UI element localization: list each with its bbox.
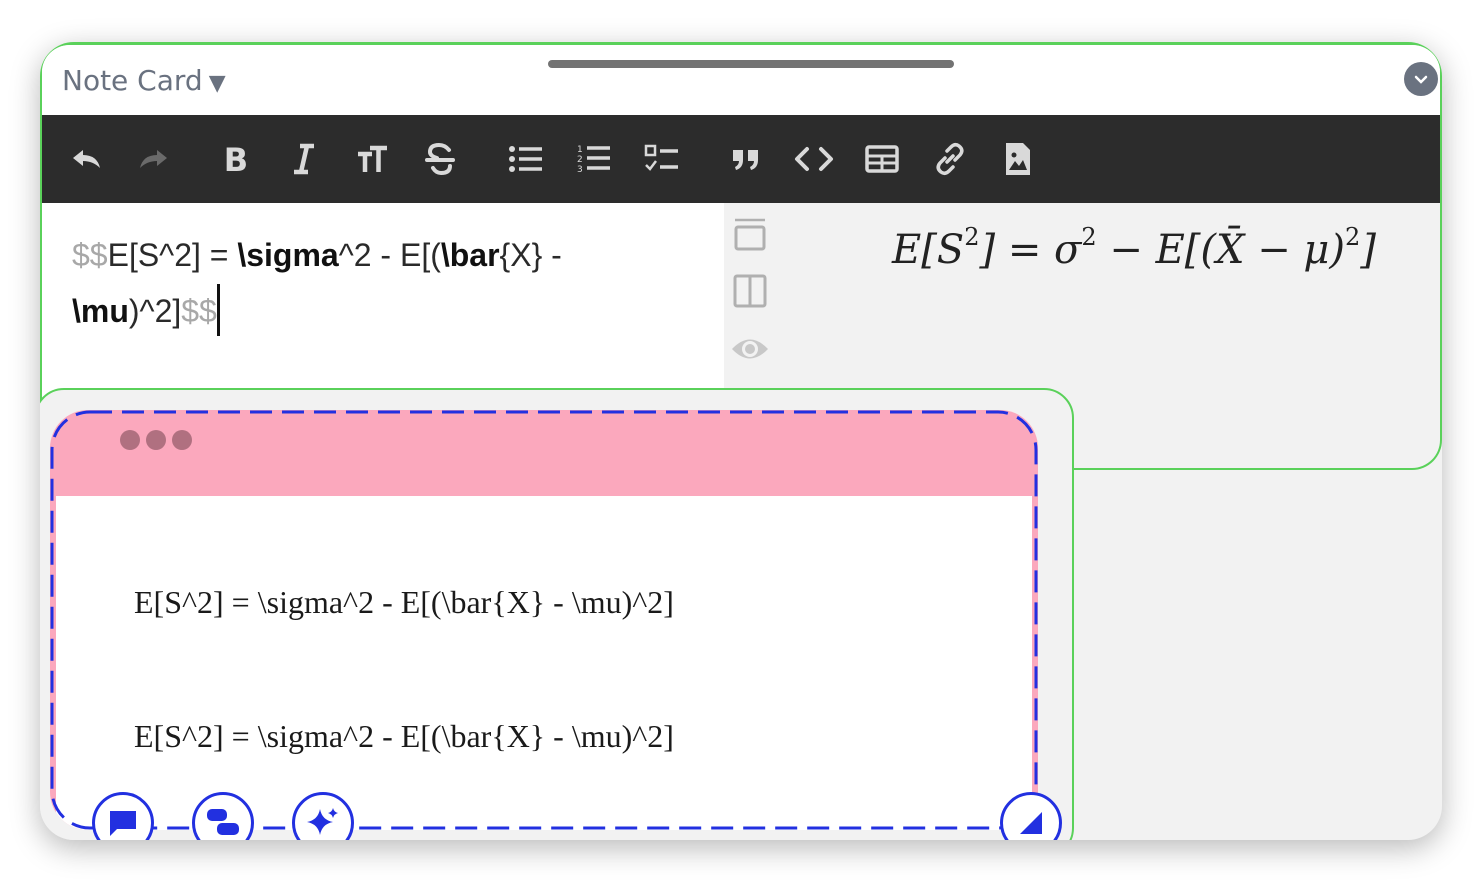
redo-button[interactable] [132, 137, 176, 181]
strikethrough-button[interactable] [418, 137, 462, 181]
preview-only-button[interactable] [728, 327, 772, 371]
text-size-icon [358, 145, 387, 172]
link-icon [936, 142, 964, 176]
math-close-delimiter: $$ [181, 293, 217, 329]
editor-content[interactable]: $$E[S^2] = \sigma^2 - E[(\bar{X} - \mu)^2… [72, 227, 692, 340]
bullet-list-button[interactable] [504, 137, 548, 181]
chevron-down-icon [1414, 75, 1428, 84]
comment-icon [110, 811, 136, 836]
chat-bubbles-icon [207, 809, 239, 835]
undo-icon [73, 150, 100, 168]
card-title-label: Note Card [62, 64, 203, 97]
editor-text-segment: ^2 - E[( [338, 237, 441, 273]
task-list-button[interactable] [640, 137, 684, 181]
svg-text:B: B [224, 142, 248, 176]
quote-button[interactable] [724, 137, 768, 181]
bold-icon: B [224, 142, 248, 176]
bullet-list-icon [509, 146, 542, 172]
text-cursor [216, 283, 220, 336]
redo-icon [140, 150, 167, 168]
svg-text:2: 2 [577, 155, 583, 165]
note-selection-outline [50, 410, 1038, 830]
formatting-toolbar: B 123 [42, 115, 1440, 203]
panel-top-icon [734, 218, 766, 251]
columns-icon [733, 274, 767, 308]
image-icon [1006, 143, 1030, 175]
drag-handle[interactable] [548, 60, 954, 68]
undo-button[interactable] [64, 137, 108, 181]
checklist-icon [644, 144, 678, 171]
italic-button[interactable] [282, 137, 326, 181]
math-preview: E[S2] = σ2 − E[(X̄ − μ)2] [892, 223, 1376, 273]
resize-corner-icon [1020, 812, 1042, 834]
latex-command: \sigma [237, 237, 339, 273]
bold-button[interactable]: B [214, 137, 258, 181]
editor-only-view-button[interactable] [728, 213, 772, 257]
image-button[interactable] [996, 137, 1040, 181]
strikethrough-icon [425, 142, 455, 176]
quote-icon [733, 150, 758, 170]
code-button[interactable] [792, 137, 836, 181]
italic-icon [294, 143, 314, 175]
numbered-list-icon: 123 [577, 145, 610, 175]
eye-icon [732, 339, 768, 359]
card-header: Note Card ▼ [42, 45, 1440, 117]
svg-text:1: 1 [577, 145, 583, 155]
numbered-list-button[interactable]: 123 [572, 137, 616, 181]
caret-down-icon: ▼ [208, 71, 226, 96]
heading-button[interactable] [350, 137, 394, 181]
latex-command: \bar [440, 237, 500, 273]
table-button[interactable] [860, 137, 904, 181]
table-icon [865, 145, 899, 173]
app-window: Note Card ▼ B 1 2 3 $$E[S^2] = \sigma^2 … [40, 42, 1442, 840]
sparkles-icon [307, 808, 338, 835]
collapse-button[interactable] [1404, 62, 1438, 96]
split-view-button[interactable] [728, 269, 772, 313]
code-icon [795, 147, 833, 171]
math-open-delimiter: $$ [72, 237, 108, 273]
editor-text-segment: )^2] [128, 293, 182, 329]
editor-text-segment: E[S^2] = [107, 237, 238, 273]
latex-command: \mu [72, 293, 129, 329]
card-title-dropdown[interactable]: Note Card ▼ [62, 64, 226, 97]
link-button[interactable] [928, 137, 972, 181]
editor-text-segment: {X} - [499, 237, 562, 273]
svg-text:3: 3 [577, 165, 583, 175]
